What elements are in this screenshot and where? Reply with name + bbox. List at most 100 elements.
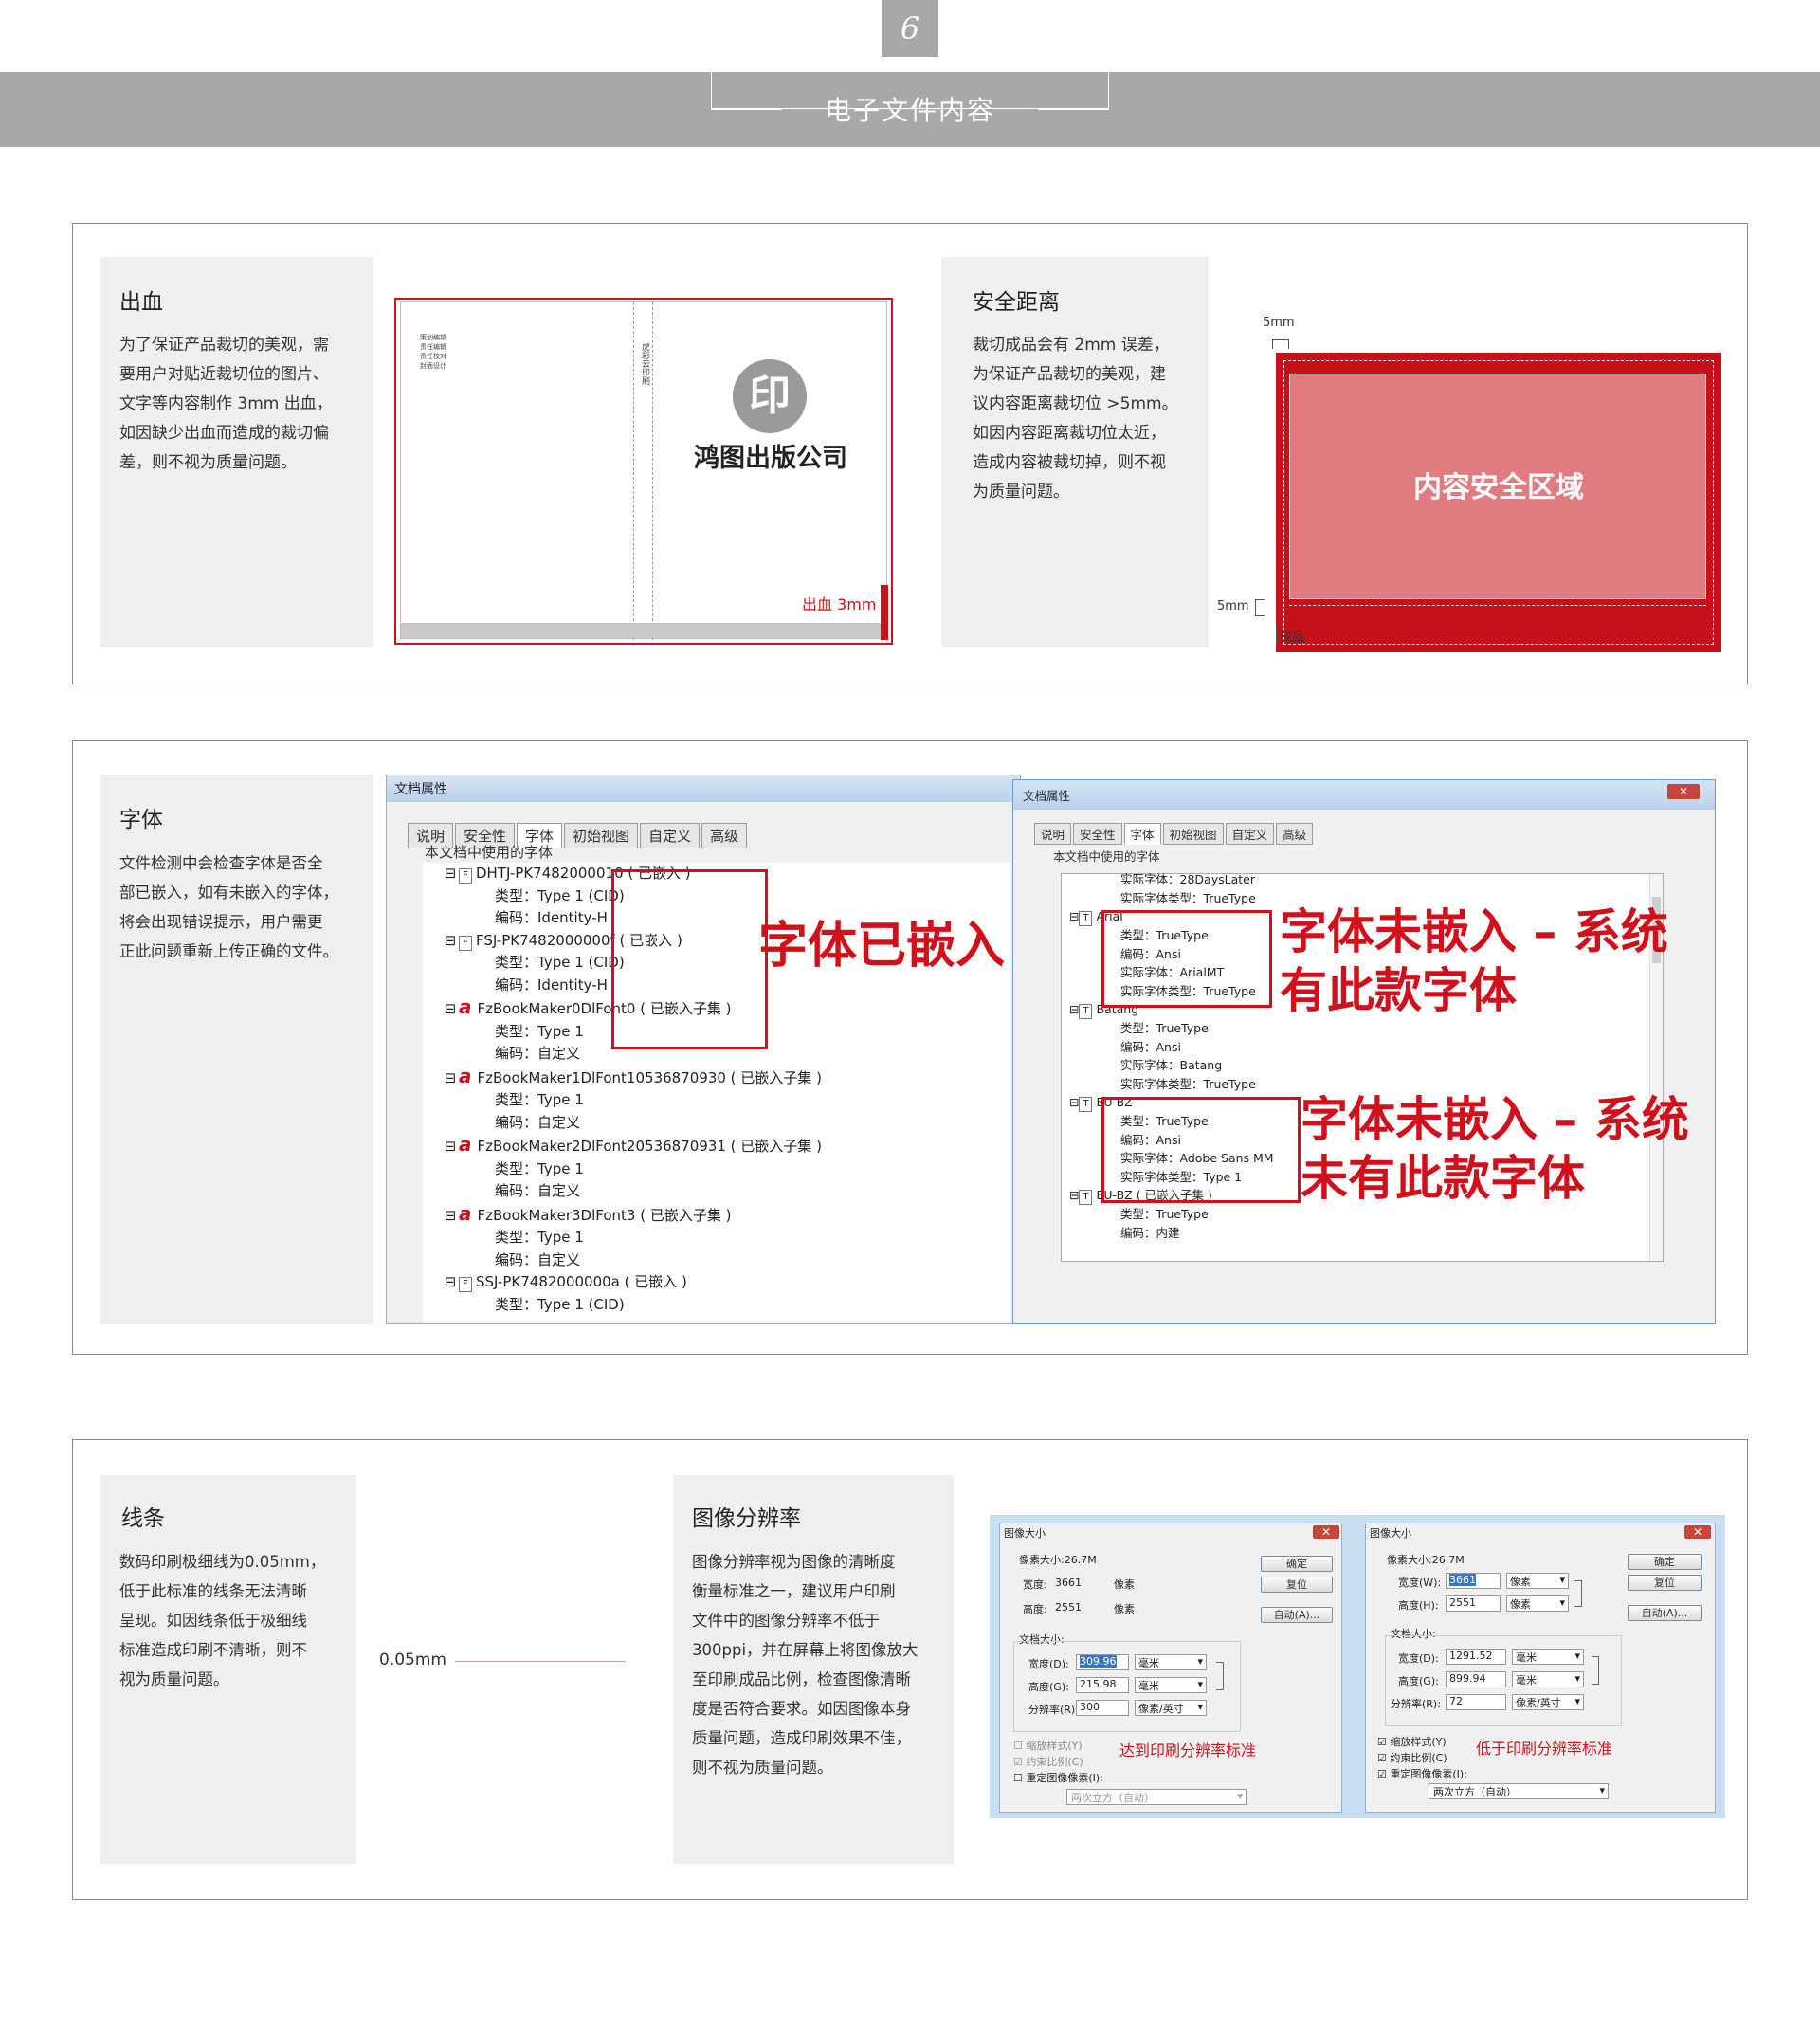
doc-height-input[interactable]: 899.94 bbox=[1446, 1671, 1506, 1687]
font-tree-row[interactable]: 类型：Type 1 bbox=[442, 1158, 822, 1181]
doc-width-input[interactable]: 1291.52 bbox=[1446, 1649, 1506, 1665]
checkbox-resample[interactable]: ☐ 重定图像像素(I): bbox=[1013, 1770, 1103, 1785]
collapse-icon[interactable]: ⊟ bbox=[1069, 1002, 1079, 1016]
close-icon[interactable]: ✕ bbox=[1684, 1525, 1711, 1539]
reset-button[interactable]: 复位 bbox=[1261, 1577, 1333, 1593]
font-tree-row[interactable]: 类型：TrueType bbox=[1069, 1205, 1274, 1224]
ok-button[interactable]: 确定 bbox=[1628, 1554, 1702, 1570]
doc-width-unit-select[interactable]: 毫米 ▾ bbox=[1512, 1649, 1584, 1665]
font-dialog-right: 文档属性 ✕ 说明 安全性 字体 初始视图 自定义 高级 本文档中使用的字体 实际字体：2… bbox=[1012, 779, 1716, 1324]
doc-height-unit-select[interactable]: 毫米 ▾ bbox=[1135, 1677, 1207, 1693]
font-tree-row[interactable]: 编码：内建 bbox=[1069, 1224, 1274, 1243]
checkbox-constrain[interactable]: ☑ 约束比例(C) bbox=[1377, 1750, 1447, 1765]
font-tree-row[interactable]: 实际字体类型：TrueType bbox=[1069, 889, 1274, 908]
image-size-dialog-right: 图像大小 ✕ 像素大小:26.7M 宽度(W): 3661 像素 ▾ 高度(H):… bbox=[1365, 1523, 1716, 1813]
cid-font-icon: F bbox=[459, 868, 472, 884]
resolution-panel: 图像分辨率 图像分辨率视为图像的清晰度 衡量标准之一，建议用户印刷 文件中的图像… bbox=[673, 1475, 954, 1864]
checkbox-scale-styles[interactable]: ☑ 缩放样式(Y) bbox=[1377, 1734, 1447, 1749]
collapse-icon[interactable]: ⊟ bbox=[442, 930, 459, 953]
book-cover-mock: 策划编辑 责任编辑 责任校对 封面设计 虎彩云印刷 印 鸿图出版公司 bbox=[400, 301, 888, 640]
collapse-icon[interactable]: ⊟ bbox=[442, 1136, 459, 1158]
tab-advanced[interactable]: 高级 bbox=[1276, 823, 1314, 845]
height-label: 高度(H): bbox=[1398, 1599, 1439, 1612]
line-sample-label: 0.05mm bbox=[379, 1650, 446, 1669]
font-tree-row[interactable]: 编码：自定义 bbox=[442, 1249, 822, 1272]
resample-select[interactable]: 两次立方（自动） ▾ bbox=[1066, 1789, 1247, 1805]
close-icon[interactable]: ✕ bbox=[1313, 1525, 1339, 1539]
lines-text: 数码印刷极细线为0.05mm， 低于此标准的线条无法清晰 呈现。如因线条低于极细… bbox=[119, 1547, 355, 1694]
resolution-unit-select[interactable]: 像素/英寸 ▾ bbox=[1512, 1694, 1584, 1710]
font-tree-row[interactable]: 编码：Ansi bbox=[1069, 1038, 1274, 1057]
width-input[interactable]: 3661 bbox=[1446, 1573, 1501, 1589]
font-tree-row[interactable]: 类型：TrueType bbox=[1069, 1019, 1274, 1038]
collapse-icon[interactable]: ⊟ bbox=[442, 998, 459, 1021]
checkbox-scale-styles[interactable]: ☐ 缩放样式(Y) bbox=[1013, 1738, 1083, 1753]
collapse-icon[interactable]: ⊟ bbox=[442, 1205, 459, 1228]
font-tree-row[interactable]: 实际字体类型：TrueType bbox=[1069, 1075, 1274, 1094]
tab-description[interactable]: 说明 bbox=[1034, 823, 1072, 845]
resolution-title: 图像分辨率 bbox=[692, 1506, 801, 1531]
resolution-input[interactable]: 300 bbox=[1076, 1700, 1129, 1716]
font-tree-row-text: 编码：Identity-H bbox=[495, 976, 608, 994]
font-tree-row-text: 编码：Ansi bbox=[1120, 1039, 1181, 1054]
width-unit-select[interactable]: 像素 ▾ bbox=[1506, 1573, 1569, 1589]
auto-button[interactable]: 自动(A)... bbox=[1261, 1607, 1333, 1623]
font-tree-row[interactable]: ⊟ a FzBookMaker1DlFont10536870930 ( 已嵌入子集 … bbox=[442, 1065, 822, 1090]
resolution-label: 分辨率(R): bbox=[1028, 1704, 1079, 1716]
font-tree-row[interactable]: 类型：Type 1 (CID) bbox=[442, 1294, 822, 1317]
font-tree-row[interactable]: 编码：自定义 bbox=[442, 1112, 822, 1135]
tab-custom[interactable]: 自定义 bbox=[1225, 823, 1275, 845]
font-tree-row[interactable]: 编码：自定义 bbox=[442, 1180, 822, 1203]
checkbox-resample[interactable]: ☑ 重定图像像素(I): bbox=[1377, 1766, 1467, 1781]
doc-height-input[interactable]: 215.98 bbox=[1076, 1677, 1129, 1693]
collapse-icon[interactable]: ⊟ bbox=[442, 863, 459, 885]
font-tree-row[interactable]: ⊟ F SSJ-PK7482000000a ( 已嵌入 ) bbox=[442, 1271, 822, 1294]
width-value: 3661 bbox=[1055, 1577, 1082, 1589]
font-tree-row-text: 类型：TrueType bbox=[1120, 1021, 1209, 1035]
tab-initial-view[interactable]: 初始视图 bbox=[564, 823, 639, 848]
truetype-font-icon: T bbox=[1079, 1004, 1093, 1019]
height-input[interactable]: 2551 bbox=[1446, 1595, 1501, 1612]
font-tree-row[interactable]: 类型：Type 1 bbox=[442, 1089, 822, 1112]
publisher-name: 鸿图出版公司 bbox=[694, 444, 847, 473]
font-tree-row-text: FzBookMaker3DlFont3 ( 已嵌入子集 ) bbox=[477, 1206, 732, 1224]
lines-panel: 线条 数码印刷极细线为0.05mm， 低于此标准的线条无法清晰 呈现。如因线条低… bbox=[100, 1475, 356, 1864]
height-unit-select[interactable]: 像素 ▾ bbox=[1506, 1595, 1569, 1612]
auto-button[interactable]: 自动(A)... bbox=[1628, 1605, 1702, 1621]
collapse-icon[interactable]: ⊟ bbox=[1069, 1095, 1079, 1109]
font-tree-row[interactable]: ⊟ a FzBookMaker2DlFont20536870931 ( 已嵌入子集 … bbox=[442, 1133, 822, 1158]
chevron-down-icon: ▾ bbox=[1237, 1790, 1243, 1802]
collapse-icon[interactable]: ⊟ bbox=[1069, 1188, 1079, 1202]
tab-fonts[interactable]: 字体 bbox=[1123, 823, 1161, 845]
resolution-unit-select[interactable]: 像素/英寸 ▾ bbox=[1135, 1700, 1207, 1716]
reset-button[interactable]: 复位 bbox=[1628, 1575, 1702, 1591]
font-tree-row[interactable]: 实际字体：28DaysLater bbox=[1069, 870, 1274, 889]
checkbox-constrain[interactable]: ☑ 约束比例(C) bbox=[1013, 1754, 1083, 1769]
safety-text-line: 如因内容距离裁切位太近， bbox=[973, 424, 1166, 443]
font-tree-row-text: 类型：Type 1 (CID) bbox=[495, 954, 625, 971]
font-tree-row[interactable]: 类型：Type 1 bbox=[442, 1227, 822, 1249]
ok-button[interactable]: 确定 bbox=[1261, 1556, 1333, 1572]
resample-select[interactable]: 两次立方（自动） ▾ bbox=[1429, 1783, 1609, 1799]
close-icon[interactable]: ✕ bbox=[1667, 784, 1700, 799]
unit-value: 毫米 bbox=[1138, 1680, 1159, 1692]
collapse-icon[interactable]: ⊟ bbox=[1069, 909, 1079, 923]
tab-initial-view[interactable]: 初始视图 bbox=[1162, 823, 1224, 845]
checkbox-label: 缩放样式(Y) bbox=[1390, 1736, 1447, 1748]
tab-advanced[interactable]: 高级 bbox=[701, 823, 748, 848]
bleed-text: 为了保证产品裁切的美观，需 要用户对贴近裁切位的图片、 文字等内容制作 3mm … bbox=[119, 331, 366, 478]
doc-width-input[interactable]: 309.96 bbox=[1076, 1654, 1129, 1670]
resolution-input[interactable]: 72 bbox=[1446, 1694, 1506, 1710]
safety-text-line: 为保证产品裁切的美观，建 bbox=[973, 365, 1166, 384]
doc-height-unit-select[interactable]: 毫米 ▾ bbox=[1512, 1671, 1584, 1687]
tab-security[interactable]: 安全性 bbox=[1073, 823, 1122, 845]
type1-font-icon: a bbox=[459, 995, 472, 1018]
font-tree-row[interactable]: ⊟ a FzBookMaker3DlFont3 ( 已嵌入子集 ) bbox=[442, 1202, 822, 1228]
font-tree-row[interactable]: 实际字体：Batang bbox=[1069, 1056, 1274, 1075]
font-tree-row-text: 编码：Identity-H bbox=[495, 909, 608, 926]
collapse-icon[interactable]: ⊟ bbox=[442, 1271, 459, 1294]
checkbox-label: 重定图像像素(I): bbox=[1026, 1772, 1103, 1784]
doc-width-unit-select[interactable]: 毫米 ▾ bbox=[1135, 1654, 1207, 1670]
collapse-icon[interactable]: ⊟ bbox=[442, 1067, 459, 1090]
tab-custom[interactable]: 自定义 bbox=[640, 823, 701, 848]
